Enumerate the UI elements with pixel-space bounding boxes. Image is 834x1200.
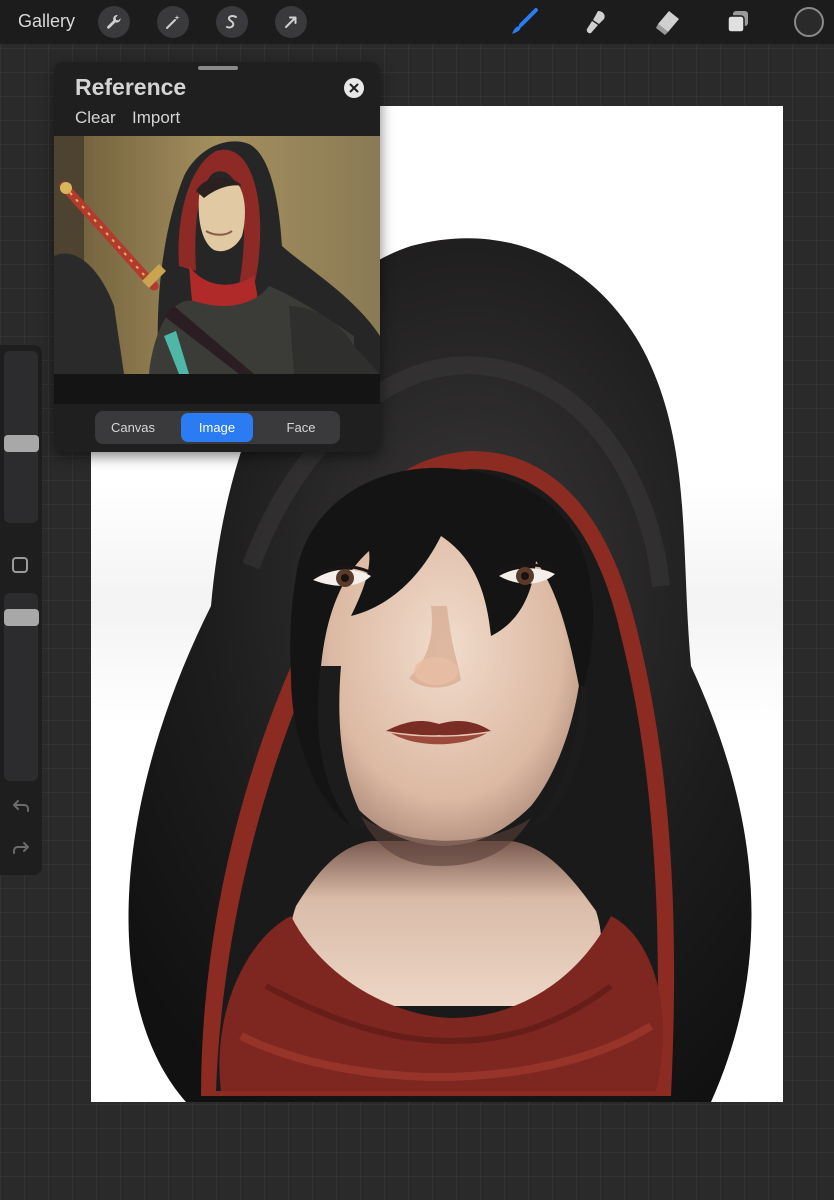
reference-image [54,136,380,374]
transform-arrow-icon[interactable] [275,6,307,38]
magic-wand-icon[interactable] [157,6,189,38]
import-button[interactable]: Import [132,108,180,128]
sidebar [0,345,42,875]
reference-panel: Reference Clear Import Canvas Image Face [54,62,380,452]
clear-button[interactable]: Clear [75,108,116,128]
modify-button[interactable] [12,557,28,573]
top-toolbar: Gallery [0,0,834,44]
reference-image-bottom-strip [54,374,380,404]
tab-image[interactable]: Image [181,413,253,442]
close-icon[interactable] [344,78,364,98]
brush-icon[interactable] [508,6,540,38]
layers-icon[interactable] [722,6,754,38]
panel-grabber[interactable] [198,66,238,70]
color-picker-button[interactable] [794,7,824,37]
reference-title: Reference [75,74,187,100]
undo-icon[interactable] [10,795,32,817]
smudge-icon[interactable] [580,6,612,38]
wrench-icon[interactable] [98,6,130,38]
brush-size-thumb[interactable] [4,435,39,452]
redo-icon[interactable] [10,837,32,859]
tab-canvas[interactable]: Canvas [97,413,169,442]
gallery-button[interactable]: Gallery [18,11,75,32]
tab-face[interactable]: Face [265,413,337,442]
eraser-icon[interactable] [651,6,683,38]
selection-icon[interactable] [216,6,248,38]
reference-mode-switch: Canvas Image Face [95,411,340,444]
opacity-thumb[interactable] [4,609,39,626]
